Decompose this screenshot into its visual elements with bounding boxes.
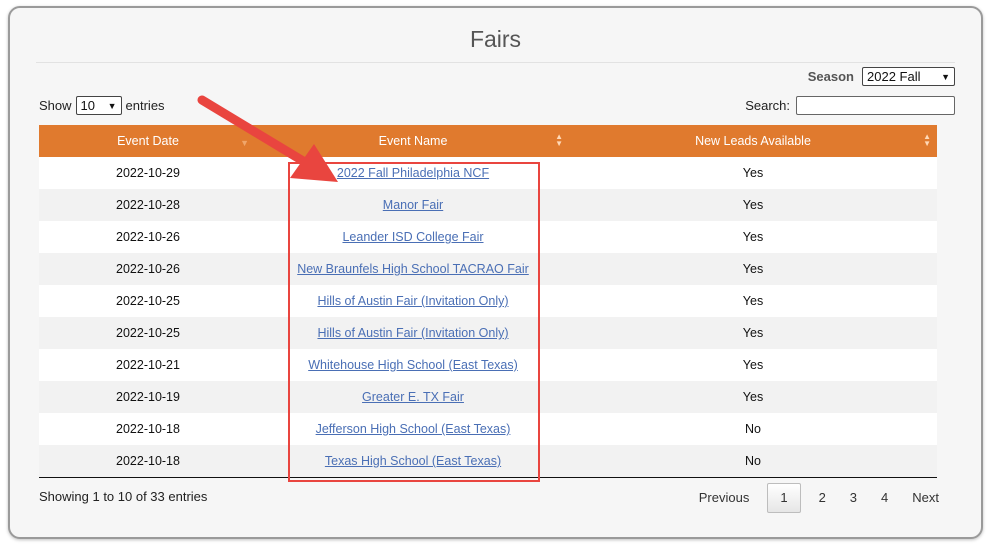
annotation-arrow-icon [197,95,338,182]
new-leads-cell: Yes [742,262,764,276]
length-menu-suffix: entries [125,98,165,113]
new-leads-cell: Yes [742,390,764,404]
event-date-cell: 2022-10-25 [116,326,180,340]
annotation-highlight-box [288,162,540,482]
chevron-down-icon: ▼ [107,100,117,111]
new-leads-cell: Yes [742,358,764,372]
event-date-cell: 2022-10-18 [116,422,180,436]
event-date-cell: 2022-10-18 [116,454,180,468]
search-filter: Search: [745,96,955,115]
column-header-new-leads[interactable]: New Leads Available ▲ ▼ [569,125,937,157]
sort-both-icon: ▲ ▼ [555,132,563,148]
event-date-cell: 2022-10-25 [116,294,180,308]
search-label: Search: [745,98,790,113]
new-leads-cell: Yes [742,198,764,212]
table-info: Showing 1 to 10 of 33 entries [39,489,208,504]
season-select-value: 2022 Fall [867,69,921,84]
page-title: Fairs [469,26,522,52]
sort-both-icon: ▲ ▼ [923,132,931,148]
pagination: Previous 1 2 3 4 Next [687,483,951,513]
pagination-page-1[interactable]: 1 [767,483,801,513]
event-date-cell: 2022-10-19 [116,390,180,404]
new-leads-cell: No [745,454,761,468]
event-date-cell: 2022-10-26 [116,230,180,244]
pagination-previous[interactable]: Previous [687,484,762,512]
search-input[interactable] [796,96,955,115]
length-menu: Show 10 ▼ entries [39,96,165,115]
new-leads-cell: Yes [742,166,764,180]
pagination-page-2[interactable]: 2 [807,484,838,512]
chevron-down-icon: ▼ [941,71,950,82]
season-label: Season [807,69,854,84]
event-date-cell: 2022-10-21 [116,358,180,372]
new-leads-cell: No [745,422,761,436]
title-divider [36,62,955,63]
length-menu-prefix: Show [39,98,72,113]
pagination-page-3[interactable]: 3 [838,484,869,512]
length-select-value: 10 [80,98,95,113]
event-date-cell: 2022-10-28 [116,198,180,212]
new-leads-cell: Yes [742,294,764,308]
event-date-cell: 2022-10-26 [116,262,180,276]
new-leads-cell: Yes [742,230,764,244]
table-header-row: Event Date ▼ Event Name ▲ ▼ New Leads Ava… [39,125,937,157]
season-filter: Season 2022 Fall ▼ [808,67,955,86]
season-select[interactable]: 2022 Fall ▼ [862,67,955,86]
pagination-page-4[interactable]: 4 [869,484,900,512]
pagination-next[interactable]: Next [900,484,951,512]
new-leads-cell: Yes [742,326,764,340]
length-select[interactable]: 10 ▼ [75,96,122,115]
